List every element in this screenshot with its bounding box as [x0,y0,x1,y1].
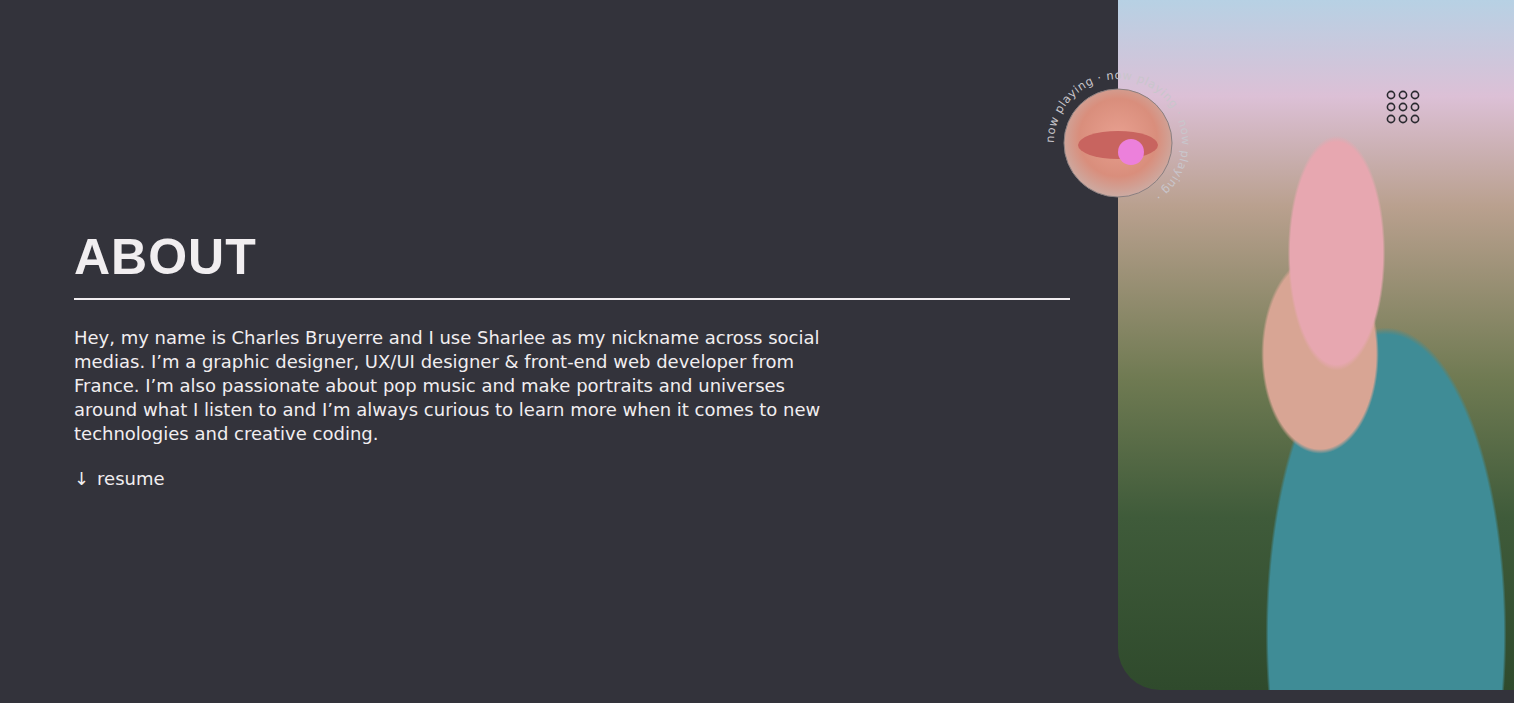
portrait-figure [1188,130,1514,690]
bio-text: Hey, my name is Charles Bruyerre and I u… [74,326,834,446]
now-playing-label: now playing · now playing · now playing … [1043,68,1193,205]
resume-label: resume [97,468,164,489]
about-section: ABOUT Hey, my name is Charles Bruyerre an… [0,0,1118,703]
menu-grid-icon[interactable] [1386,90,1420,124]
about-heading: ABOUT [74,232,1070,300]
resume-link[interactable]: ↓ resume [74,468,165,489]
now-playing-badge[interactable]: now playing · now playing · now playing … [1040,65,1196,221]
down-arrow-icon: ↓ [74,468,89,489]
